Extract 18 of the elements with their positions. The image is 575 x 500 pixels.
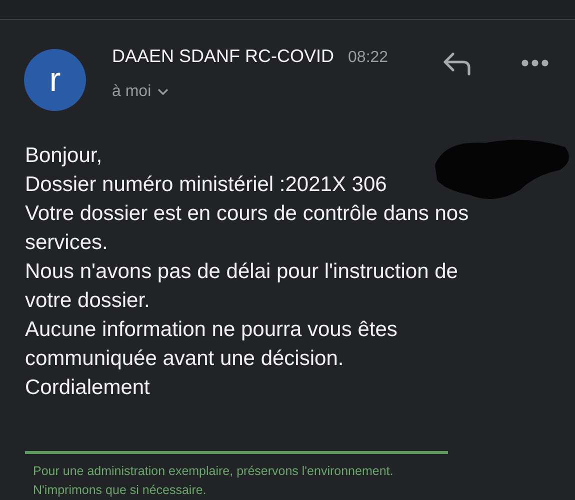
reply-icon (441, 51, 473, 77)
message-line: Bonjour, (25, 143, 104, 169)
recipient-toggle[interactable]: à moi (112, 80, 170, 104)
footer-line: Pour une administration exemplaire, préservons l'environnement. (33, 463, 394, 480)
avatar: r (24, 49, 86, 111)
chevron-down-icon (157, 88, 170, 96)
time: 08:22 (348, 48, 388, 68)
message-line: services. (25, 230, 109, 256)
message-line: Votre dossier est en cours de contrôle dans nos (25, 201, 470, 227)
message-line: Aucune information ne pourra vous êtes (25, 317, 398, 343)
message-line: Cordialement (25, 375, 151, 401)
message-line: Nous n'avons pas de délai pour l'instruction de (25, 259, 459, 285)
message-line: votre dossier. (25, 288, 151, 314)
sender-name: DAAEN SDANF RC-COVID (112, 45, 334, 68)
message-line: communiquée avant une décision. (25, 346, 345, 372)
more-icon (521, 59, 549, 67)
message-line: Dossier numéro ministériel :2021X 306 (25, 172, 388, 198)
footer-line: N'imprimons que si nécessaire. (33, 482, 208, 499)
